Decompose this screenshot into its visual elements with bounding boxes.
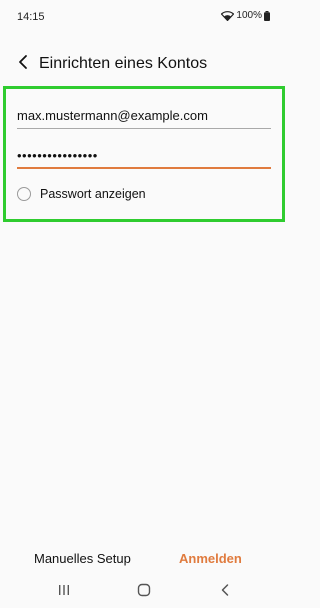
recent-apps-icon [57,583,71,601]
page-title: Einrichten eines Kontos [39,55,208,72]
manual-setup-button[interactable]: Manuelles Setup [34,551,131,566]
status-indicators: 100% [221,10,270,21]
nav-back-button[interactable] [213,583,237,601]
login-button[interactable]: Anmelden [179,551,242,566]
bottom-actions: Manuelles Setup Anmelden [0,545,288,573]
navigation-bar [0,578,288,608]
chevron-left-icon [18,54,28,75]
back-button[interactable] [12,52,34,76]
password-field[interactable]: •••••••••••••••• [17,143,271,169]
status-time: 14:15 [17,11,45,23]
home-icon [137,583,151,602]
battery-icon [264,10,270,21]
recent-apps-button[interactable] [52,583,76,601]
status-bar: 14:15 100% [0,0,288,34]
header: Einrichten eines Kontos [0,46,288,82]
email-field[interactable]: max.mustermann@example.com [17,104,271,129]
radio-button[interactable] [17,187,31,201]
wifi-icon [221,10,235,21]
home-button[interactable] [132,583,156,601]
show-password-label: Passwort anzeigen [40,187,146,201]
back-icon [220,583,230,602]
battery-percent: 100% [236,10,262,21]
show-password-toggle[interactable]: Passwort anzeigen [17,183,146,205]
